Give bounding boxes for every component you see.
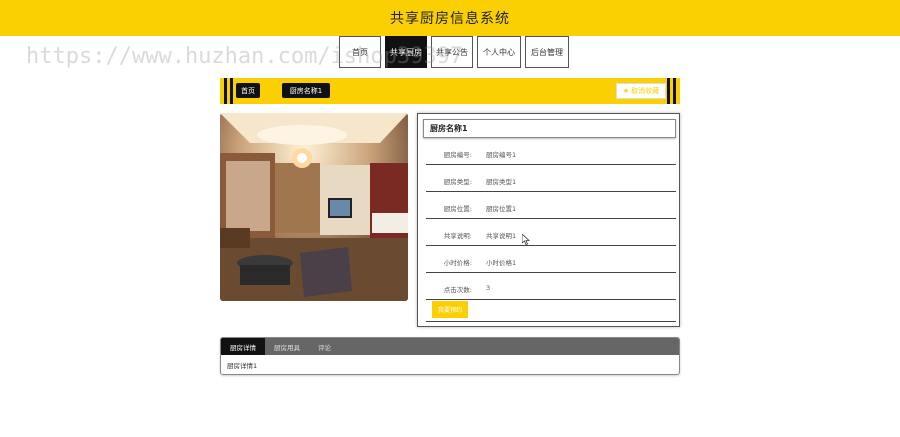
field-value: 共享说明1 xyxy=(486,232,517,240)
star-icon: ★ xyxy=(622,87,630,95)
nav-home[interactable]: 首页 xyxy=(339,36,381,68)
kitchen-name-title: 厨房名称1 xyxy=(423,119,676,138)
kitchen-info-panel: 厨房名称1 厨房编号: 厨房编号1 厨房类型: 厨房类型1 厨房位置: 厨房位置… xyxy=(417,113,680,327)
tab-content: 厨房详情1 xyxy=(227,362,258,370)
breadcrumb-current: 厨房名称1 xyxy=(282,83,330,98)
site-title: 共享厨房信息系统 xyxy=(390,11,510,27)
breadcrumb-right-bar-2 xyxy=(673,78,676,104)
field-value: 3 xyxy=(486,284,491,292)
field-label: 点击次数: xyxy=(443,286,472,294)
field-row: 厨房类型: 厨房类型1 xyxy=(426,165,676,192)
kitchen-photo xyxy=(220,113,408,301)
nav-admin[interactable]: 后台管理 xyxy=(525,36,569,68)
breadcrumb-right-bar xyxy=(667,78,670,104)
nav-shared-kitchen[interactable]: 共享厨房 xyxy=(385,36,427,68)
field-value: 厨房类型1 xyxy=(486,178,517,186)
breadcrumb: 首页 厨房名称1 ★ 取消收藏 xyxy=(220,78,680,104)
kitchen-photo-image xyxy=(220,113,408,301)
site-header: 共享厨房信息系统 xyxy=(0,0,900,36)
field-value: 厨房编号1 xyxy=(486,151,517,159)
favorite-label: 取消收藏 xyxy=(631,87,660,95)
field-value: 厨房位置1 xyxy=(486,205,517,213)
field-row: 小时价格: 小时价格1 xyxy=(426,246,676,273)
field-row: 厨房编号: 厨房编号1 xyxy=(426,138,676,165)
breadcrumb-home[interactable]: 首页 xyxy=(236,83,260,98)
favorite-button[interactable]: ★ 取消收藏 xyxy=(616,83,666,99)
field-label: 厨房类型: xyxy=(443,178,472,186)
tab-comments[interactable]: 评论 xyxy=(309,338,340,355)
nav-personal-center[interactable]: 个人中心 xyxy=(477,36,521,68)
mouse-cursor-icon xyxy=(522,234,530,245)
field-label: 共享说明: xyxy=(443,232,472,240)
breadcrumb-left-bar xyxy=(224,78,227,104)
field-row: 共享说明: 共享说明1 xyxy=(426,219,676,246)
field-label: 厨房位置: xyxy=(443,205,472,213)
main-nav: 首页 共享厨房 共享公告 个人中心 后台管理 xyxy=(339,36,569,68)
tab-kitchen-utensils[interactable]: 厨房用具 xyxy=(265,338,309,355)
book-row-divider xyxy=(426,294,676,322)
field-label: 厨房编号: xyxy=(443,151,472,159)
nav-announcements[interactable]: 共享公告 xyxy=(431,36,473,68)
detail-tabs: 厨房详情 厨房用具 评论 厨房详情1 xyxy=(220,337,680,375)
tab-bar: 厨房详情 厨房用具 评论 xyxy=(221,338,679,355)
breadcrumb-left-bar-2 xyxy=(230,78,233,104)
field-value: 小时价格1 xyxy=(486,259,517,267)
field-label: 小时价格: xyxy=(443,259,472,267)
tab-kitchen-details[interactable]: 厨房详情 xyxy=(221,338,265,355)
field-row: 厨房位置: 厨房位置1 xyxy=(426,192,676,219)
